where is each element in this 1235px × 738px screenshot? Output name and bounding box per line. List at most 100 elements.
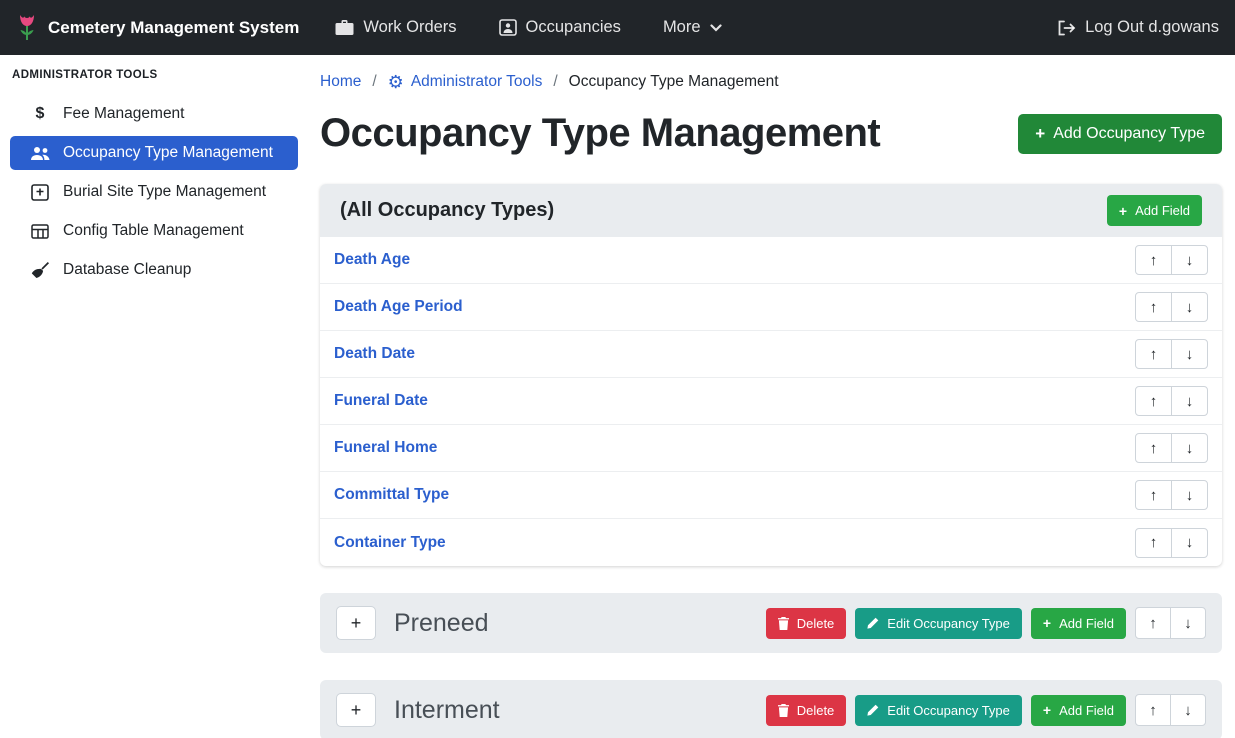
move-up-button[interactable]: ↑ bbox=[1135, 386, 1172, 416]
sidebar-item-label: Fee Management bbox=[63, 105, 185, 123]
add-field-label: Add Field bbox=[1059, 703, 1114, 718]
expand-button[interactable]: + bbox=[336, 606, 376, 640]
field-link-funeral-home[interactable]: Funeral Home bbox=[334, 439, 437, 457]
move-down-button[interactable]: ↓ bbox=[1171, 528, 1208, 558]
gear-icon: ⚙ bbox=[388, 73, 404, 91]
edit-occupancy-type-label: Edit Occupancy Type bbox=[887, 703, 1010, 718]
delete-label: Delete bbox=[797, 616, 835, 631]
sidebar-item-label: Burial Site Type Management bbox=[63, 183, 266, 201]
add-occupancy-type-button[interactable]: + Add Occupancy Type bbox=[1018, 114, 1222, 154]
move-down-button[interactable]: ↓ bbox=[1170, 607, 1206, 639]
move-up-button[interactable]: ↑ bbox=[1135, 339, 1172, 369]
sidebar-list: $ Fee Management Occupancy Type Manageme… bbox=[0, 97, 308, 287]
move-down-button[interactable]: ↓ bbox=[1171, 245, 1208, 275]
top-navbar: Cemetery Management System Work Orders O… bbox=[0, 0, 1235, 55]
plus-icon: + bbox=[1043, 703, 1051, 717]
field-row: Death Date ↑ ↓ bbox=[320, 331, 1222, 378]
sidebar-item-fee-management[interactable]: $ Fee Management bbox=[10, 97, 298, 131]
sidebar-item-label: Config Table Management bbox=[63, 222, 244, 240]
edit-occupancy-type-button[interactable]: Edit Occupancy Type bbox=[855, 608, 1022, 639]
nav-more[interactable]: More bbox=[663, 18, 722, 37]
field-link-committal-type[interactable]: Committal Type bbox=[334, 486, 449, 504]
trash-icon bbox=[778, 617, 789, 630]
chevron-down-icon bbox=[710, 24, 722, 32]
app-brand[interactable]: Cemetery Management System bbox=[16, 14, 299, 41]
sidebar-item-burial-site-type-management[interactable]: Burial Site Type Management bbox=[10, 175, 298, 209]
users-icon bbox=[30, 146, 50, 161]
move-down-button[interactable]: ↓ bbox=[1171, 433, 1208, 463]
field-link-death-age-period[interactable]: Death Age Period bbox=[334, 298, 463, 316]
field-row: Funeral Home ↑ ↓ bbox=[320, 425, 1222, 472]
move-down-button[interactable]: ↓ bbox=[1171, 339, 1208, 369]
expand-button[interactable]: + bbox=[336, 693, 376, 727]
breadcrumb-current: Occupancy Type Management bbox=[569, 73, 779, 91]
sidebar-item-database-cleanup[interactable]: Database Cleanup bbox=[10, 253, 298, 287]
dollar-icon: $ bbox=[30, 105, 50, 123]
breadcrumb-admin-tools[interactable]: ⚙ Administrator Tools bbox=[388, 73, 543, 91]
burial-site-icon bbox=[30, 184, 50, 201]
broom-icon bbox=[30, 262, 50, 279]
breadcrumb-admin-tools-label: Administrator Tools bbox=[411, 73, 543, 91]
move-down-button[interactable]: ↓ bbox=[1171, 480, 1208, 510]
nav-work-orders-label: Work Orders bbox=[363, 18, 456, 37]
logout-icon bbox=[1057, 20, 1076, 36]
field-row: Death Age ↑ ↓ bbox=[320, 237, 1222, 284]
reorder-controls: ↑ ↓ bbox=[1135, 528, 1208, 558]
add-occupancy-type-label: Add Occupancy Type bbox=[1053, 125, 1205, 143]
field-row: Committal Type ↑ ↓ bbox=[320, 472, 1222, 519]
nav-occupancies-label: Occupancies bbox=[526, 18, 621, 37]
move-up-button[interactable]: ↑ bbox=[1135, 694, 1171, 726]
nav-occupancies[interactable]: Occupancies bbox=[499, 18, 621, 37]
move-up-button[interactable]: ↑ bbox=[1135, 528, 1172, 558]
field-link-death-date[interactable]: Death Date bbox=[334, 345, 415, 363]
move-up-button[interactable]: ↑ bbox=[1135, 480, 1172, 510]
sidebar-item-occupancy-type-management[interactable]: Occupancy Type Management bbox=[10, 136, 298, 170]
delete-button[interactable]: Delete bbox=[766, 608, 847, 639]
move-up-button[interactable]: ↑ bbox=[1135, 433, 1172, 463]
pencil-icon bbox=[867, 704, 879, 716]
add-field-button[interactable]: + Add Field bbox=[1107, 195, 1202, 226]
logout-button[interactable]: Log Out d.gowans bbox=[1057, 18, 1219, 37]
nav-work-orders[interactable]: Work Orders bbox=[335, 18, 456, 37]
breadcrumb-home-label: Home bbox=[320, 73, 361, 91]
trash-icon bbox=[778, 704, 789, 717]
arrow-up-icon: ↑ bbox=[1149, 702, 1157, 719]
arrow-down-icon: ↓ bbox=[1186, 487, 1194, 504]
field-row: Death Age Period ↑ ↓ bbox=[320, 284, 1222, 331]
occupancy-type-section-interment: + Interment Delete bbox=[320, 680, 1222, 738]
add-field-button[interactable]: + Add Field bbox=[1031, 695, 1126, 726]
arrow-down-icon: ↓ bbox=[1184, 702, 1192, 719]
nav-more-label: More bbox=[663, 18, 701, 37]
edit-occupancy-type-button[interactable]: Edit Occupancy Type bbox=[855, 695, 1022, 726]
logout-label: Log Out d.gowans bbox=[1085, 18, 1219, 37]
move-up-button[interactable]: ↑ bbox=[1135, 245, 1172, 275]
breadcrumb-separator: / bbox=[553, 73, 557, 91]
section-actions: Delete Edit Occupancy Type + Add Field ↑ bbox=[766, 607, 1206, 639]
field-link-container-type[interactable]: Container Type bbox=[334, 534, 446, 552]
move-down-button[interactable]: ↓ bbox=[1170, 694, 1206, 726]
move-down-button[interactable]: ↓ bbox=[1171, 292, 1208, 322]
breadcrumb-home[interactable]: Home bbox=[320, 73, 361, 91]
delete-button[interactable]: Delete bbox=[766, 695, 847, 726]
sidebar-item-config-table-management[interactable]: Config Table Management bbox=[10, 214, 298, 248]
all-occupancy-types-header: (All Occupancy Types) + Add Field bbox=[320, 184, 1222, 237]
reorder-controls: ↑ ↓ bbox=[1135, 245, 1208, 275]
tulip-logo-icon bbox=[16, 14, 38, 41]
all-occupancy-types-title: (All Occupancy Types) bbox=[340, 199, 554, 222]
breadcrumb: Home / ⚙ Administrator Tools / Occupancy… bbox=[320, 73, 1222, 91]
breadcrumb-separator: / bbox=[372, 73, 376, 91]
field-link-death-age[interactable]: Death Age bbox=[334, 251, 410, 269]
edit-occupancy-type-label: Edit Occupancy Type bbox=[887, 616, 1010, 631]
occupancies-icon bbox=[499, 19, 517, 36]
move-up-button[interactable]: ↑ bbox=[1135, 292, 1172, 322]
move-up-button[interactable]: ↑ bbox=[1135, 607, 1171, 639]
arrow-down-icon: ↓ bbox=[1186, 299, 1194, 316]
plus-icon: + bbox=[351, 700, 362, 720]
field-link-funeral-date[interactable]: Funeral Date bbox=[334, 392, 428, 410]
add-field-button[interactable]: + Add Field bbox=[1031, 608, 1126, 639]
section-title: Interment bbox=[394, 696, 500, 725]
arrow-down-icon: ↓ bbox=[1186, 440, 1194, 457]
reorder-controls: ↑ ↓ bbox=[1135, 480, 1208, 510]
sidebar-item-label: Database Cleanup bbox=[63, 261, 191, 279]
move-down-button[interactable]: ↓ bbox=[1171, 386, 1208, 416]
